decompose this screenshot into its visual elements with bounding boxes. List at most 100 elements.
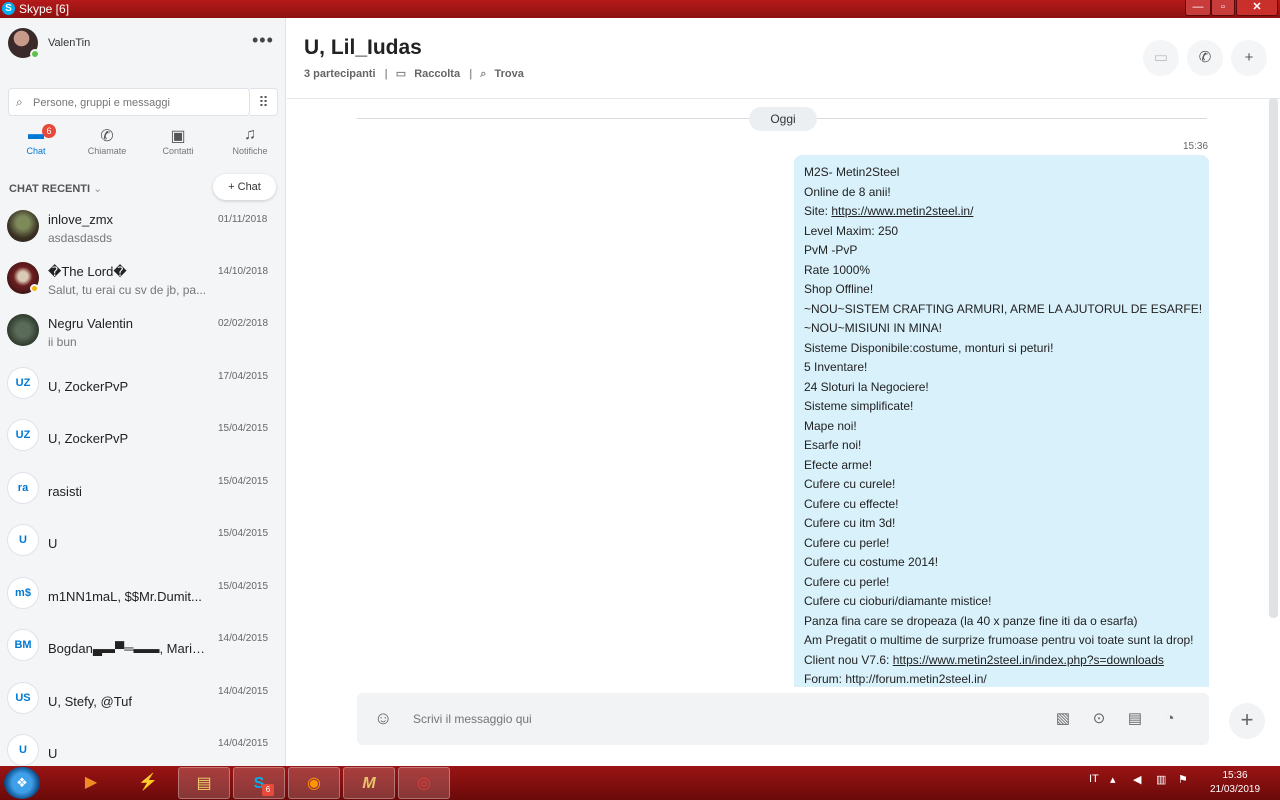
new-chat-label: Chat <box>237 181 261 193</box>
message-line: Client nou V7.6: https://www.metin2steel… <box>804 651 1199 671</box>
minimize-button[interactable]: — <box>1185 0 1211 16</box>
profile-name[interactable]: ValenTin <box>48 37 90 49</box>
poll-icon[interactable]: ◔ <box>1159 708 1181 730</box>
video-call-button[interactable]: ▭ <box>1143 40 1179 76</box>
find-icon: ⌕ <box>480 68 487 80</box>
add-people-button[interactable]: + <box>1231 40 1267 76</box>
media-gallery-icon[interactable]: ▧ <box>1052 708 1074 730</box>
group-avatar: UZ <box>7 419 39 451</box>
message-input[interactable] <box>413 710 973 728</box>
message-line: Sisteme Disponibile:costume, monturi si … <box>804 340 1054 355</box>
message-line: Cufere cu costume 2014! <box>804 555 939 569</box>
chat-list-item[interactable]: UZ U, ZockerPvP 17/04/2015 <box>0 361 285 413</box>
profile-header: ValenTin ••• <box>0 18 286 70</box>
dialpad-icon[interactable]: ⠿ <box>250 88 278 116</box>
message-timestamp: 15:36 <box>1183 141 1209 152</box>
chat-date: 02/02/2018 <box>218 318 269 329</box>
chat-list-item[interactable]: m$ m1NN1maL, $$Mr.Dumit... 15/04/2015 <box>0 571 285 623</box>
video-camera-icon: ▭ <box>1153 49 1169 66</box>
taskbar-app-lightning[interactable]: ⚡ <box>122 767 174 799</box>
taskbar-recorder[interactable]: ◎ <box>398 767 450 799</box>
close-button[interactable]: ✕ <box>1236 0 1278 16</box>
recent-chats-label: CHAT RECENTI <box>9 183 91 195</box>
chat-date: 15/04/2015 <box>218 528 269 539</box>
recent-chats-header[interactable]: CHAT RECENTI ⌄ <box>9 182 102 195</box>
message-line: Online de 8 anii! <box>804 184 891 199</box>
metin2-game-icon: M <box>362 775 376 792</box>
record-icon: ◎ <box>417 775 431 792</box>
action-center-icon[interactable]: ⚑ <box>1178 773 1188 786</box>
tab-calls-label: Chiamate <box>87 146 127 156</box>
taskbar-skype-badge: 6 <box>262 784 274 796</box>
tab-calls[interactable]: ✆ Chiamate <box>77 126 137 162</box>
new-chat-button[interactable]: + Chat <box>213 174 276 200</box>
search-icon: ⌕ <box>16 95 23 109</box>
scrollbar[interactable] <box>1269 98 1278 618</box>
group-avatar: ra <box>7 472 39 504</box>
chat-date: 17/04/2015 <box>218 371 269 382</box>
tab-notifications[interactable]: ♫ Notifiche <box>220 126 280 162</box>
online-status-icon <box>30 49 40 59</box>
client-download-link[interactable]: https://www.metin2steel.in/index.php?s=d… <box>893 653 1164 667</box>
taskbar-metin2[interactable]: M <box>343 767 395 799</box>
chat-list-item[interactable]: US U, Stefy, @Tuf 14/04/2015 <box>0 676 285 728</box>
chat-date: 01/11/2018 <box>218 214 268 225</box>
find-link[interactable]: Trova <box>495 68 524 80</box>
volume-icon[interactable]: ◀ <box>1133 773 1141 786</box>
language-indicator[interactable]: IT <box>1089 773 1099 785</box>
participants-link[interactable]: 3 partecipanti <box>304 68 376 80</box>
tray-expand-icon[interactable]: ▴ <box>1110 773 1116 786</box>
system-clock[interactable]: 15:36 21/03/2019 <box>1205 769 1265 797</box>
chat-list-item[interactable]: U U 14/04/2015 <box>0 728 285 766</box>
message-line: Shop Offline! <box>804 282 874 296</box>
chat-name: Negru Valentin <box>48 316 134 331</box>
chat-list-item[interactable]: Negru Valentin ii bun 02/02/2018 <box>0 308 285 360</box>
chat-date: 14/10/2018 <box>218 266 269 277</box>
contacts-icon: ▣ <box>170 128 186 145</box>
conversation-pane: U, Lil_Iudas 3 partecipanti | ▭ Raccolta… <box>287 18 1280 766</box>
chat-name: U, ZockerPvP <box>48 379 129 394</box>
chat-list-item[interactable]: BM Bogdan▄▬▀═▬▬, Maria... 14/04/2015 <box>0 623 285 675</box>
chat-list-item[interactable]: U U 15/04/2015 <box>0 518 285 570</box>
chat-list-item[interactable]: inlove_zmx asdasdasds 01/11/2018 <box>0 204 285 256</box>
audio-call-button[interactable]: ✆ <box>1187 40 1223 76</box>
chat-list-item[interactable]: �The Lord� Salut, tu erai cu sv de jb, p… <box>0 256 285 308</box>
gallery-link[interactable]: Raccolta <box>414 68 460 80</box>
windows-logo-icon: ❖ <box>16 775 28 790</box>
contact-card-icon[interactable]: ▤ <box>1124 708 1146 730</box>
conversation-title[interactable]: U, Lil_Iudas <box>304 36 422 60</box>
more-actions-button[interactable]: + <box>1229 703 1265 739</box>
taskbar-media-player[interactable]: ▶ <box>65 767 117 799</box>
lightning-icon: ⚡ <box>138 774 158 791</box>
emoji-icon[interactable]: ☺ <box>374 708 392 729</box>
tab-chat[interactable]: ▬ 6 Chat <box>6 124 66 162</box>
meta-separator: | <box>469 68 473 80</box>
conversation-meta: 3 partecipanti | ▭ Raccolta | ⌕ Trova <box>304 67 529 81</box>
chat-name: U, Stefy, @Tuf <box>48 694 132 709</box>
day-label: Oggi <box>749 107 817 131</box>
search-input[interactable] <box>33 94 243 111</box>
chat-name: inlove_zmx <box>48 212 114 227</box>
start-button[interactable]: ❖ <box>4 767 40 799</box>
chat-date: 15/04/2015 <box>218 476 269 487</box>
chat-name: m1NN1maL, $$Mr.Dumit... <box>48 589 202 604</box>
chat-list-item[interactable]: ra rasisti 15/04/2015 <box>0 466 285 518</box>
network-icon[interactable]: ▥ <box>1156 773 1166 786</box>
message-bubble[interactable]: M2S- Metin2Steel Online de 8 anii! Site:… <box>794 155 1209 687</box>
taskbar-skype[interactable]: S 6 <box>233 767 285 799</box>
group-avatar: m$ <box>7 577 39 609</box>
maximize-button[interactable]: ▫ <box>1211 0 1235 16</box>
site-link[interactable]: https://www.metin2steel.in/ <box>831 204 973 218</box>
taskbar-file-explorer[interactable]: ▤ <box>178 767 230 799</box>
tab-contacts-label: Contatti <box>162 146 194 156</box>
more-options-icon[interactable]: ••• <box>252 30 274 51</box>
group-avatar: U <box>7 524 39 556</box>
chat-list-item[interactable]: UZ U, ZockerPvP 15/04/2015 <box>0 413 285 465</box>
taskbar-firefox[interactable]: ◉ <box>288 767 340 799</box>
chat-list: inlove_zmx asdasdasds 01/11/2018 �The Lo… <box>0 204 285 766</box>
tab-contacts[interactable]: ▣ Contatti <box>148 126 208 162</box>
location-pin-icon[interactable]: ⊙ <box>1088 708 1110 730</box>
tab-notifications-label: Notifiche <box>232 146 268 156</box>
chat-preview: asdasdasds <box>48 231 113 245</box>
message-line: 5 Inventare! <box>804 360 868 374</box>
